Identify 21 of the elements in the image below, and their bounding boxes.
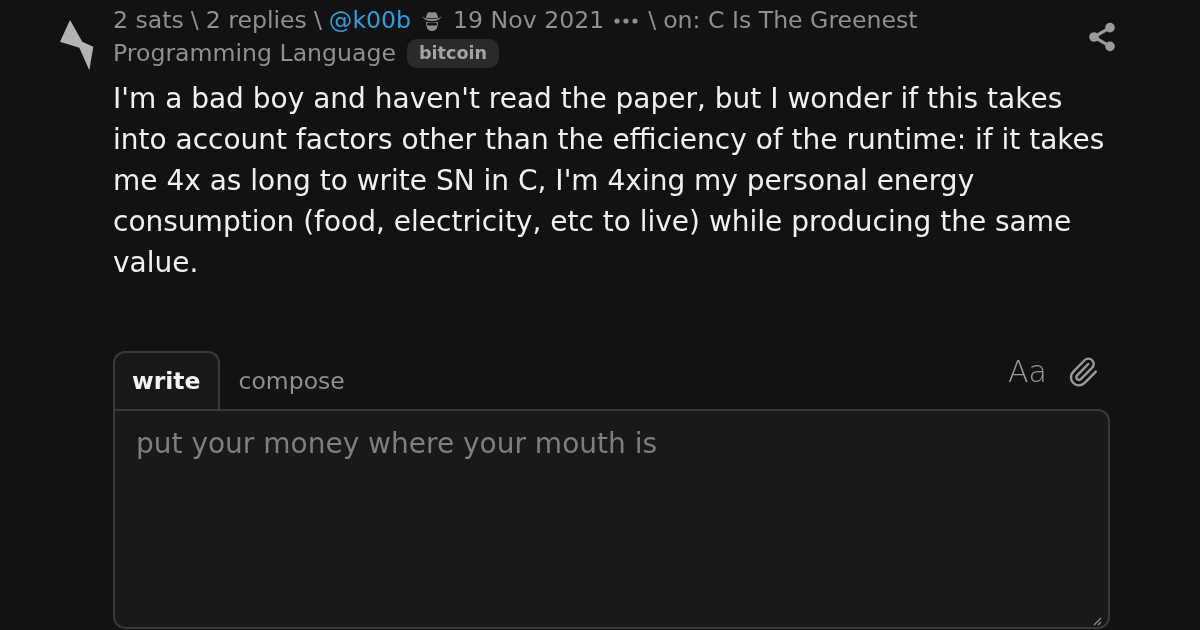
editor-tab[interactable]: compose bbox=[219, 351, 364, 409]
cowboy-icon bbox=[421, 9, 444, 32]
sats-count: 2 sats bbox=[113, 5, 184, 36]
share-icon[interactable] bbox=[1086, 21, 1118, 53]
paperclip-icon[interactable] bbox=[1067, 356, 1099, 388]
lightning-bolt-icon[interactable] bbox=[58, 19, 96, 71]
more-icon[interactable] bbox=[614, 17, 639, 24]
resize-grip-icon[interactable] bbox=[1093, 617, 1102, 626]
date-link[interactable]: 19 Nov 2021 bbox=[453, 4, 605, 37]
meta-link[interactable]: on: C Is The Greenest bbox=[663, 4, 918, 37]
format-button[interactable]: Aa bbox=[1008, 355, 1047, 389]
separator-text: \ bbox=[190, 5, 199, 36]
meta-link[interactable]: 2 replies bbox=[205, 4, 307, 37]
tag-badge[interactable]: bitcoin bbox=[406, 39, 500, 68]
author-link[interactable]: @k00b bbox=[328, 4, 412, 37]
meta-link[interactable]: Programming Language bbox=[113, 37, 396, 70]
separator-text: \ bbox=[313, 5, 322, 36]
reply-textarea[interactable]: put your money where your mouth is bbox=[113, 409, 1110, 629]
comment-text: I'm a bad boy and haven't read the paper, but I wonder if this takes into account factors other than the efficiency of the runtime: if it takes me 4x as long to write SN in C, I'm 4xing my personal energy consumption (food, electricity, etc to live) while producing the same value. bbox=[113, 81, 1106, 281]
separator-text: \ bbox=[648, 5, 657, 36]
editor-tab[interactable]: write bbox=[113, 351, 220, 409]
